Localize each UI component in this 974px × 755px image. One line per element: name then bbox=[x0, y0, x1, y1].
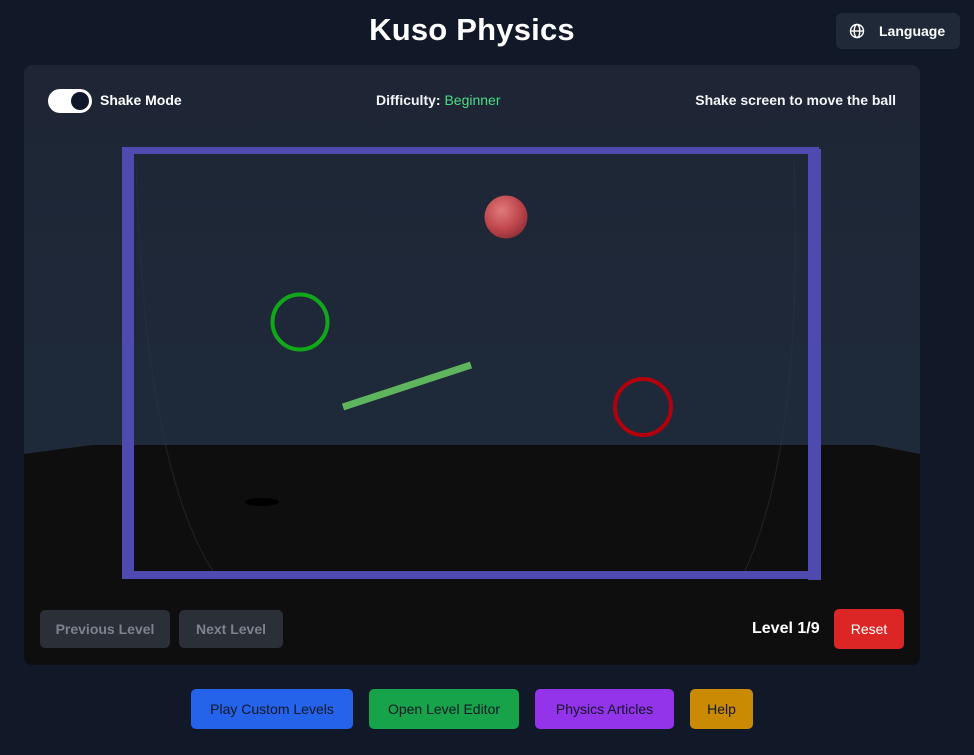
reset-button[interactable]: Reset bbox=[834, 609, 904, 649]
physics-articles-button[interactable]: Physics Articles bbox=[535, 689, 674, 729]
difficulty-indicator: Difficulty: Beginner bbox=[376, 92, 501, 108]
open-level-editor-button[interactable]: Open Level Editor bbox=[369, 689, 519, 729]
hazard-ring bbox=[613, 377, 673, 437]
difficulty-label: Difficulty: bbox=[376, 92, 441, 108]
game-panel: Shake Mode Difficulty: Beginner Shake sc… bbox=[24, 65, 920, 665]
shake-mode-label: Shake Mode bbox=[100, 92, 182, 108]
previous-level-button[interactable]: Previous Level bbox=[40, 610, 170, 648]
help-button[interactable]: Help bbox=[690, 689, 753, 729]
game-topbar: Shake Mode Difficulty: Beginner Shake sc… bbox=[24, 65, 920, 137]
game-canvas[interactable] bbox=[24, 65, 920, 665]
next-level-button[interactable]: Next Level bbox=[179, 610, 283, 648]
shake-hint: Shake screen to move the ball bbox=[695, 92, 896, 108]
language-label: Language bbox=[879, 23, 946, 39]
goal-ring bbox=[270, 292, 330, 352]
ball-shadow bbox=[245, 498, 279, 506]
platform-bar bbox=[341, 361, 473, 411]
page-title: Kuso Physics bbox=[369, 12, 575, 47]
globe-icon bbox=[849, 23, 865, 39]
ball bbox=[484, 195, 528, 239]
difficulty-value: Beginner bbox=[444, 92, 501, 108]
language-button[interactable]: Language bbox=[836, 13, 960, 49]
shake-mode-toggle[interactable] bbox=[48, 89, 92, 113]
play-custom-levels-button[interactable]: Play Custom Levels bbox=[191, 689, 353, 729]
level-indicator: Level 1/9 bbox=[752, 620, 820, 637]
toggle-knob bbox=[71, 92, 89, 110]
